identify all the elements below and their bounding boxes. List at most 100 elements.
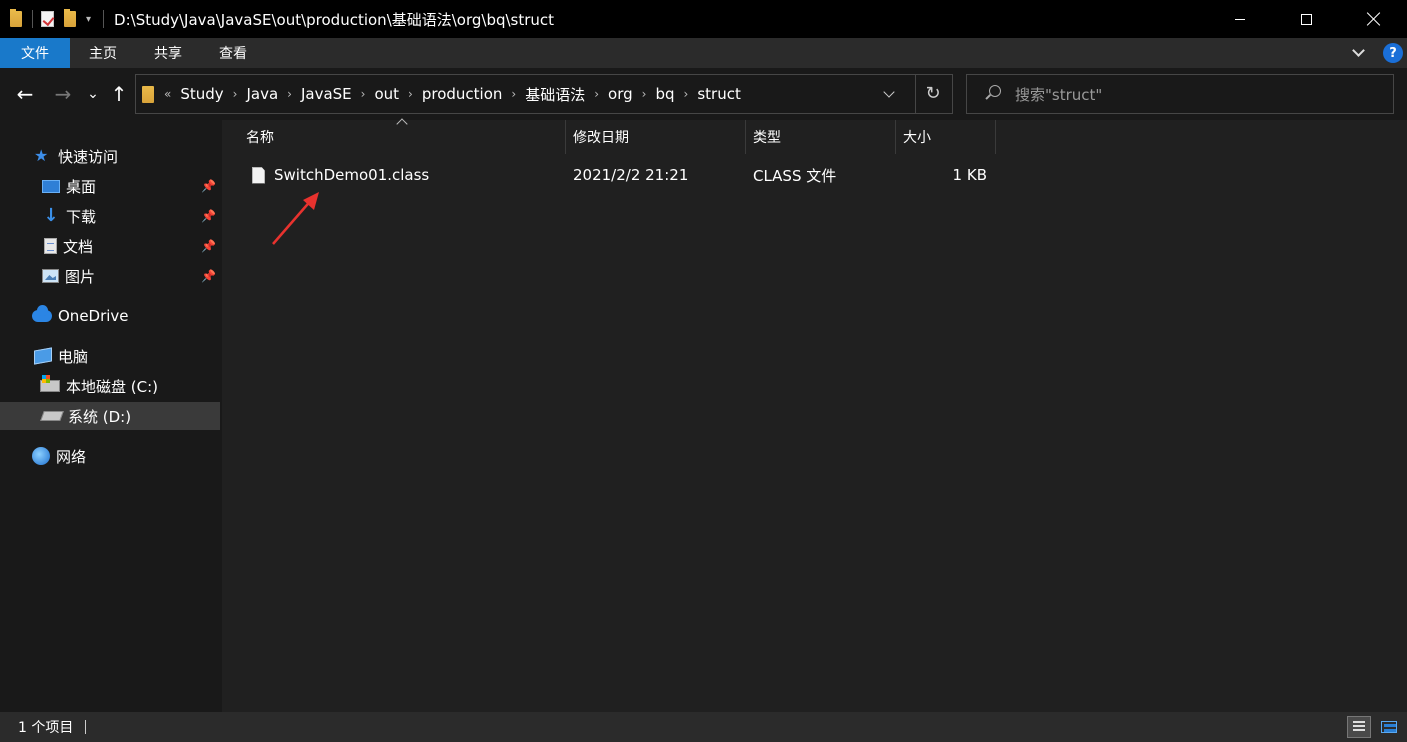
file-icon: [252, 166, 265, 184]
sidebar-item-label: 桌面: [66, 177, 97, 196]
tab-home[interactable]: 主页: [70, 38, 136, 68]
status-bar: 1 个项目: [0, 712, 1407, 742]
breadcrumb-separator[interactable]: ›: [408, 87, 413, 101]
pin-icon[interactable]: 📌: [201, 269, 216, 283]
toolbar-divider: [103, 10, 105, 28]
sidebar-item-desktop[interactable]: 桌面 📌: [0, 172, 220, 200]
pin-icon[interactable]: 📌: [201, 179, 216, 193]
customize-toolbar-dropdown-icon[interactable]: ▾: [86, 14, 91, 25]
sidebar-item-pictures[interactable]: 图片 📌: [0, 262, 220, 290]
tab-file[interactable]: 文件: [0, 38, 70, 68]
column-header-size[interactable]: 大小: [903, 120, 993, 154]
documents-icon: [44, 238, 57, 254]
up-button[interactable]: ↑: [106, 78, 132, 110]
expand-ribbon-icon[interactable]: [1352, 44, 1365, 57]
breadcrumb-java[interactable]: Java: [246, 85, 278, 103]
large-icons-view-icon: [1381, 721, 1397, 733]
search-input[interactable]: 搜索"struct": [966, 74, 1394, 114]
refresh-icon[interactable]: ↻: [924, 85, 942, 103]
sidebar-item-drive-c[interactable]: 本地磁盘 (C:): [0, 372, 220, 400]
window-title: D:\Study\Java\JavaSE\out\production\基础语法…: [114, 10, 555, 29]
table-row[interactable]: SwitchDemo01.class 2021/2/2 21:21 CLASS …: [222, 160, 997, 190]
computer-icon: [34, 347, 52, 365]
breadcrumb-production[interactable]: production: [422, 85, 503, 103]
pin-icon[interactable]: 📌: [201, 209, 216, 223]
address-bar[interactable]: « Study › Java › JavaSE › out › producti…: [135, 74, 953, 114]
sidebar-item-label: 本地磁盘 (C:): [66, 377, 158, 396]
recent-locations-button[interactable]: ⌄: [84, 78, 102, 110]
network-icon: [32, 447, 50, 465]
breadcrumb-out[interactable]: out: [374, 85, 399, 103]
maximize-button[interactable]: [1273, 0, 1340, 38]
breadcrumb-separator[interactable]: ›: [511, 87, 516, 101]
column-header-type[interactable]: 类型: [753, 120, 893, 154]
annotation-arrow-shaft: [272, 197, 314, 245]
drive-d-icon: [40, 411, 64, 421]
breadcrumb-separator[interactable]: ›: [361, 87, 366, 101]
column-header-name[interactable]: 名称: [246, 120, 566, 154]
column-divider[interactable]: [565, 120, 566, 154]
minimize-button[interactable]: [1206, 0, 1273, 38]
back-button[interactable]: ←: [12, 78, 38, 110]
navigation-pane: ★ 快速访问 桌面 📌 ↓ 下载 📌 文档 📌 图片 📌 OneDrive 电脑…: [0, 120, 222, 712]
breadcrumb-separator[interactable]: ›: [233, 87, 238, 101]
ribbon-tabs: 文件 主页 共享 查看 ?: [0, 38, 1407, 68]
sidebar-item-downloads[interactable]: ↓ 下载 📌: [0, 202, 220, 230]
annotation-arrow: [272, 192, 319, 245]
folder-icon: [142, 85, 154, 103]
breadcrumb-study[interactable]: Study: [180, 85, 223, 103]
toolbar-divider: [32, 10, 33, 28]
status-divider: [85, 720, 87, 734]
breadcrumb-struct[interactable]: struct: [697, 85, 741, 103]
column-header-modified[interactable]: 修改日期: [573, 120, 743, 154]
sidebar-item-drive-d[interactable]: 系统 (D:): [0, 402, 220, 430]
breadcrumb-separator[interactable]: ›: [642, 87, 647, 101]
breadcrumb-bq[interactable]: bq: [655, 85, 674, 103]
onedrive-icon: [32, 305, 52, 322]
breadcrumb-org[interactable]: org: [608, 85, 633, 103]
window-controls: [1206, 0, 1407, 38]
title-bar: ▾ D:\Study\Java\JavaSE\out\production\基础…: [0, 0, 1407, 38]
quick-access-toolbar: ▾: [0, 0, 112, 38]
forward-button[interactable]: →: [50, 78, 76, 110]
sidebar-item-quick-access[interactable]: ★ 快速访问: [0, 142, 220, 170]
breadcrumb-separator[interactable]: ›: [287, 87, 292, 101]
file-name-cell[interactable]: SwitchDemo01.class: [252, 160, 429, 190]
breadcrumb-overflow[interactable]: «: [164, 87, 171, 101]
search-placeholder: 搜索"struct": [1015, 85, 1103, 104]
address-history-dropdown-icon[interactable]: [883, 86, 895, 98]
sidebar-item-network[interactable]: 网络: [0, 442, 220, 470]
item-count: 1 个项目: [18, 720, 74, 736]
column-divider[interactable]: [745, 120, 746, 154]
details-view-button[interactable]: [1347, 716, 1371, 738]
help-icon[interactable]: ?: [1383, 43, 1403, 63]
tab-share[interactable]: 共享: [136, 38, 200, 68]
close-icon: [1367, 12, 1381, 26]
folder-icon[interactable]: [10, 9, 22, 27]
tab-view[interactable]: 查看: [200, 38, 266, 68]
sidebar-item-documents[interactable]: 文档 📌: [0, 232, 220, 260]
sidebar-item-label: 快速访问: [58, 147, 119, 166]
file-modified-cell: 2021/2/2 21:21: [573, 166, 689, 184]
column-divider[interactable]: [995, 120, 996, 154]
sidebar-item-label: 网络: [56, 447, 87, 466]
breadcrumb-javase[interactable]: JavaSE: [301, 85, 352, 103]
new-folder-icon[interactable]: [64, 9, 76, 27]
column-divider[interactable]: [895, 120, 896, 154]
sidebar-item-this-pc[interactable]: 电脑: [0, 342, 220, 370]
large-icons-view-button[interactable]: [1377, 716, 1401, 738]
sidebar-item-label: 系统 (D:): [68, 407, 132, 426]
ribbon-right-controls: ?: [1352, 38, 1407, 68]
pin-icon[interactable]: 📌: [201, 239, 216, 253]
sidebar-item-onedrive[interactable]: OneDrive: [0, 302, 220, 330]
breadcrumb-separator[interactable]: ›: [684, 87, 689, 101]
address-divider: [915, 75, 916, 113]
maximize-icon: [1301, 13, 1312, 25]
file-size-cell: 1 KB: [952, 166, 987, 184]
properties-icon[interactable]: [41, 11, 54, 27]
breadcrumb-basic-syntax[interactable]: 基础语法: [525, 84, 585, 105]
sidebar-item-label: 电脑: [58, 347, 89, 366]
close-button[interactable]: [1340, 0, 1407, 38]
breadcrumb-separator[interactable]: ›: [594, 87, 599, 101]
sidebar-item-label: 下载: [66, 207, 97, 226]
